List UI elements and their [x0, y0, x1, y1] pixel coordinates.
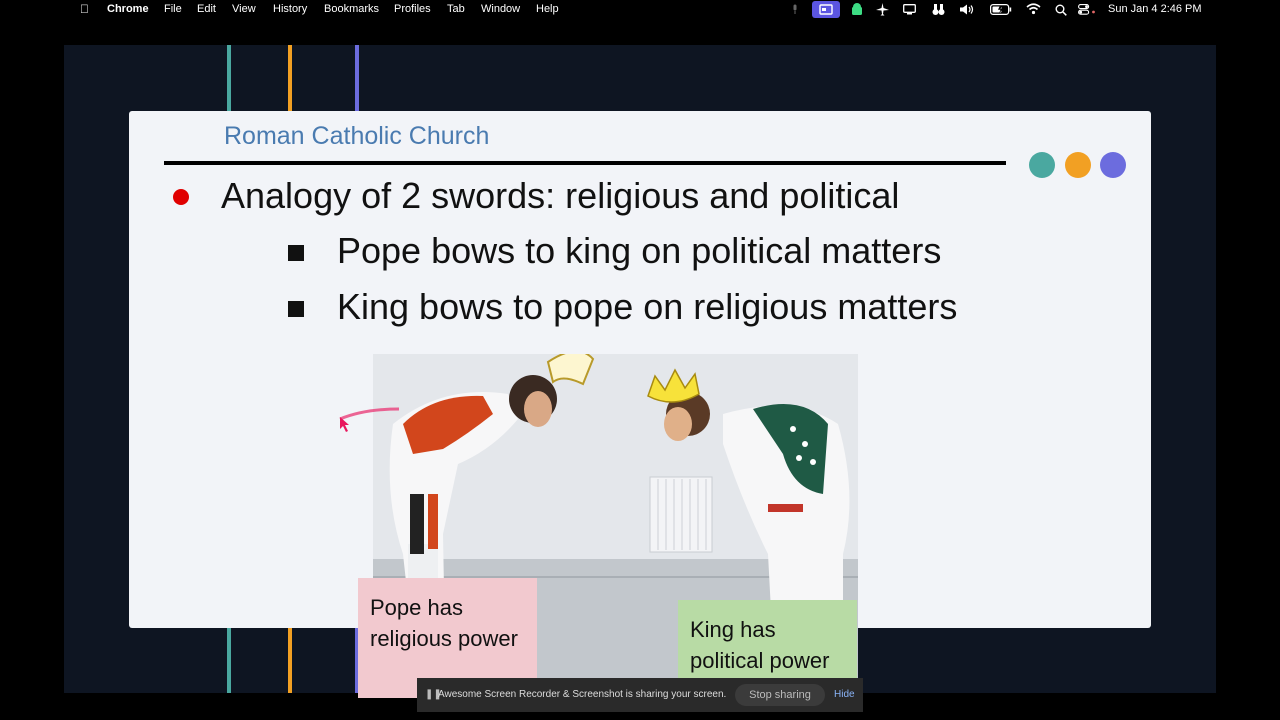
- menu-edit[interactable]: Edit: [197, 3, 216, 15]
- bullet-marker: [173, 189, 189, 205]
- note-pope-text: Pope has religious power: [370, 595, 518, 651]
- screen-share-bar: ❚❚ Awesome Screen Recorder & Screenshot …: [417, 678, 863, 712]
- volume-icon[interactable]: [960, 4, 975, 15]
- search-icon[interactable]: [1055, 4, 1067, 16]
- decor-line-teal-bottom: [227, 628, 231, 693]
- title-rule: [164, 161, 1006, 165]
- control-center-icon[interactable]: [1078, 4, 1096, 15]
- decor-line-orange-bottom: [288, 628, 292, 693]
- menu-app-name[interactable]: Chrome: [107, 3, 149, 15]
- screen-recorder-icon[interactable]: [812, 1, 840, 18]
- sub-bullet-1: Pope bows to king on political matters: [337, 230, 942, 271]
- menu-bookmarks[interactable]: Bookmarks: [324, 3, 379, 15]
- clock[interactable]: Sun Jan 4 2:46 PM: [1108, 3, 1202, 15]
- sub-bullet-2: King bows to pope on religious matters: [337, 286, 958, 327]
- slide: Roman Catholic Church Analogy of 2 sword…: [129, 111, 1151, 698]
- pointer-trail: [339, 407, 400, 432]
- menu-view[interactable]: View: [232, 3, 256, 15]
- share-message: Awesome Screen Recorder & Screenshot is …: [438, 689, 727, 700]
- menu-file[interactable]: File: [164, 3, 182, 15]
- menu-history[interactable]: History: [273, 3, 307, 15]
- menu-profiles[interactable]: Profiles: [394, 3, 431, 15]
- menu-bar:  Chrome File Edit View History Bookmark…: [0, 0, 1280, 19]
- slide-title: Roman Catholic Church: [224, 122, 490, 150]
- decor-dot-purple: [1100, 152, 1126, 178]
- decor-dot-orange: [1065, 152, 1091, 178]
- decor-dot-teal: [1029, 152, 1055, 178]
- battery-icon[interactable]: [990, 4, 1012, 15]
- stop-sharing-button[interactable]: Stop sharing: [735, 684, 825, 706]
- decor-line-teal: [227, 45, 231, 111]
- hide-button[interactable]: Hide: [834, 689, 855, 700]
- note-king-text: King has political power: [690, 617, 830, 673]
- main-bullet: Analogy of 2 swords: religious and polit…: [221, 175, 900, 216]
- airplane-icon[interactable]: [876, 3, 889, 16]
- menu-tab[interactable]: Tab: [447, 3, 465, 15]
- sub-bullet-marker: [288, 301, 304, 317]
- display-icon[interactable]: [903, 4, 916, 15]
- menu-window[interactable]: Window: [481, 3, 520, 15]
- decor-line-orange: [288, 45, 292, 111]
- menu-help[interactable]: Help: [536, 3, 559, 15]
- apple-icon[interactable]: : [80, 2, 89, 16]
- wifi-icon[interactable]: [1026, 3, 1041, 15]
- microphone-icon[interactable]: [789, 4, 801, 15]
- android-icon[interactable]: [850, 3, 864, 16]
- decor-line-purple: [355, 45, 359, 111]
- sub-bullet-marker: [288, 245, 304, 261]
- binoculars-icon[interactable]: [932, 3, 945, 16]
